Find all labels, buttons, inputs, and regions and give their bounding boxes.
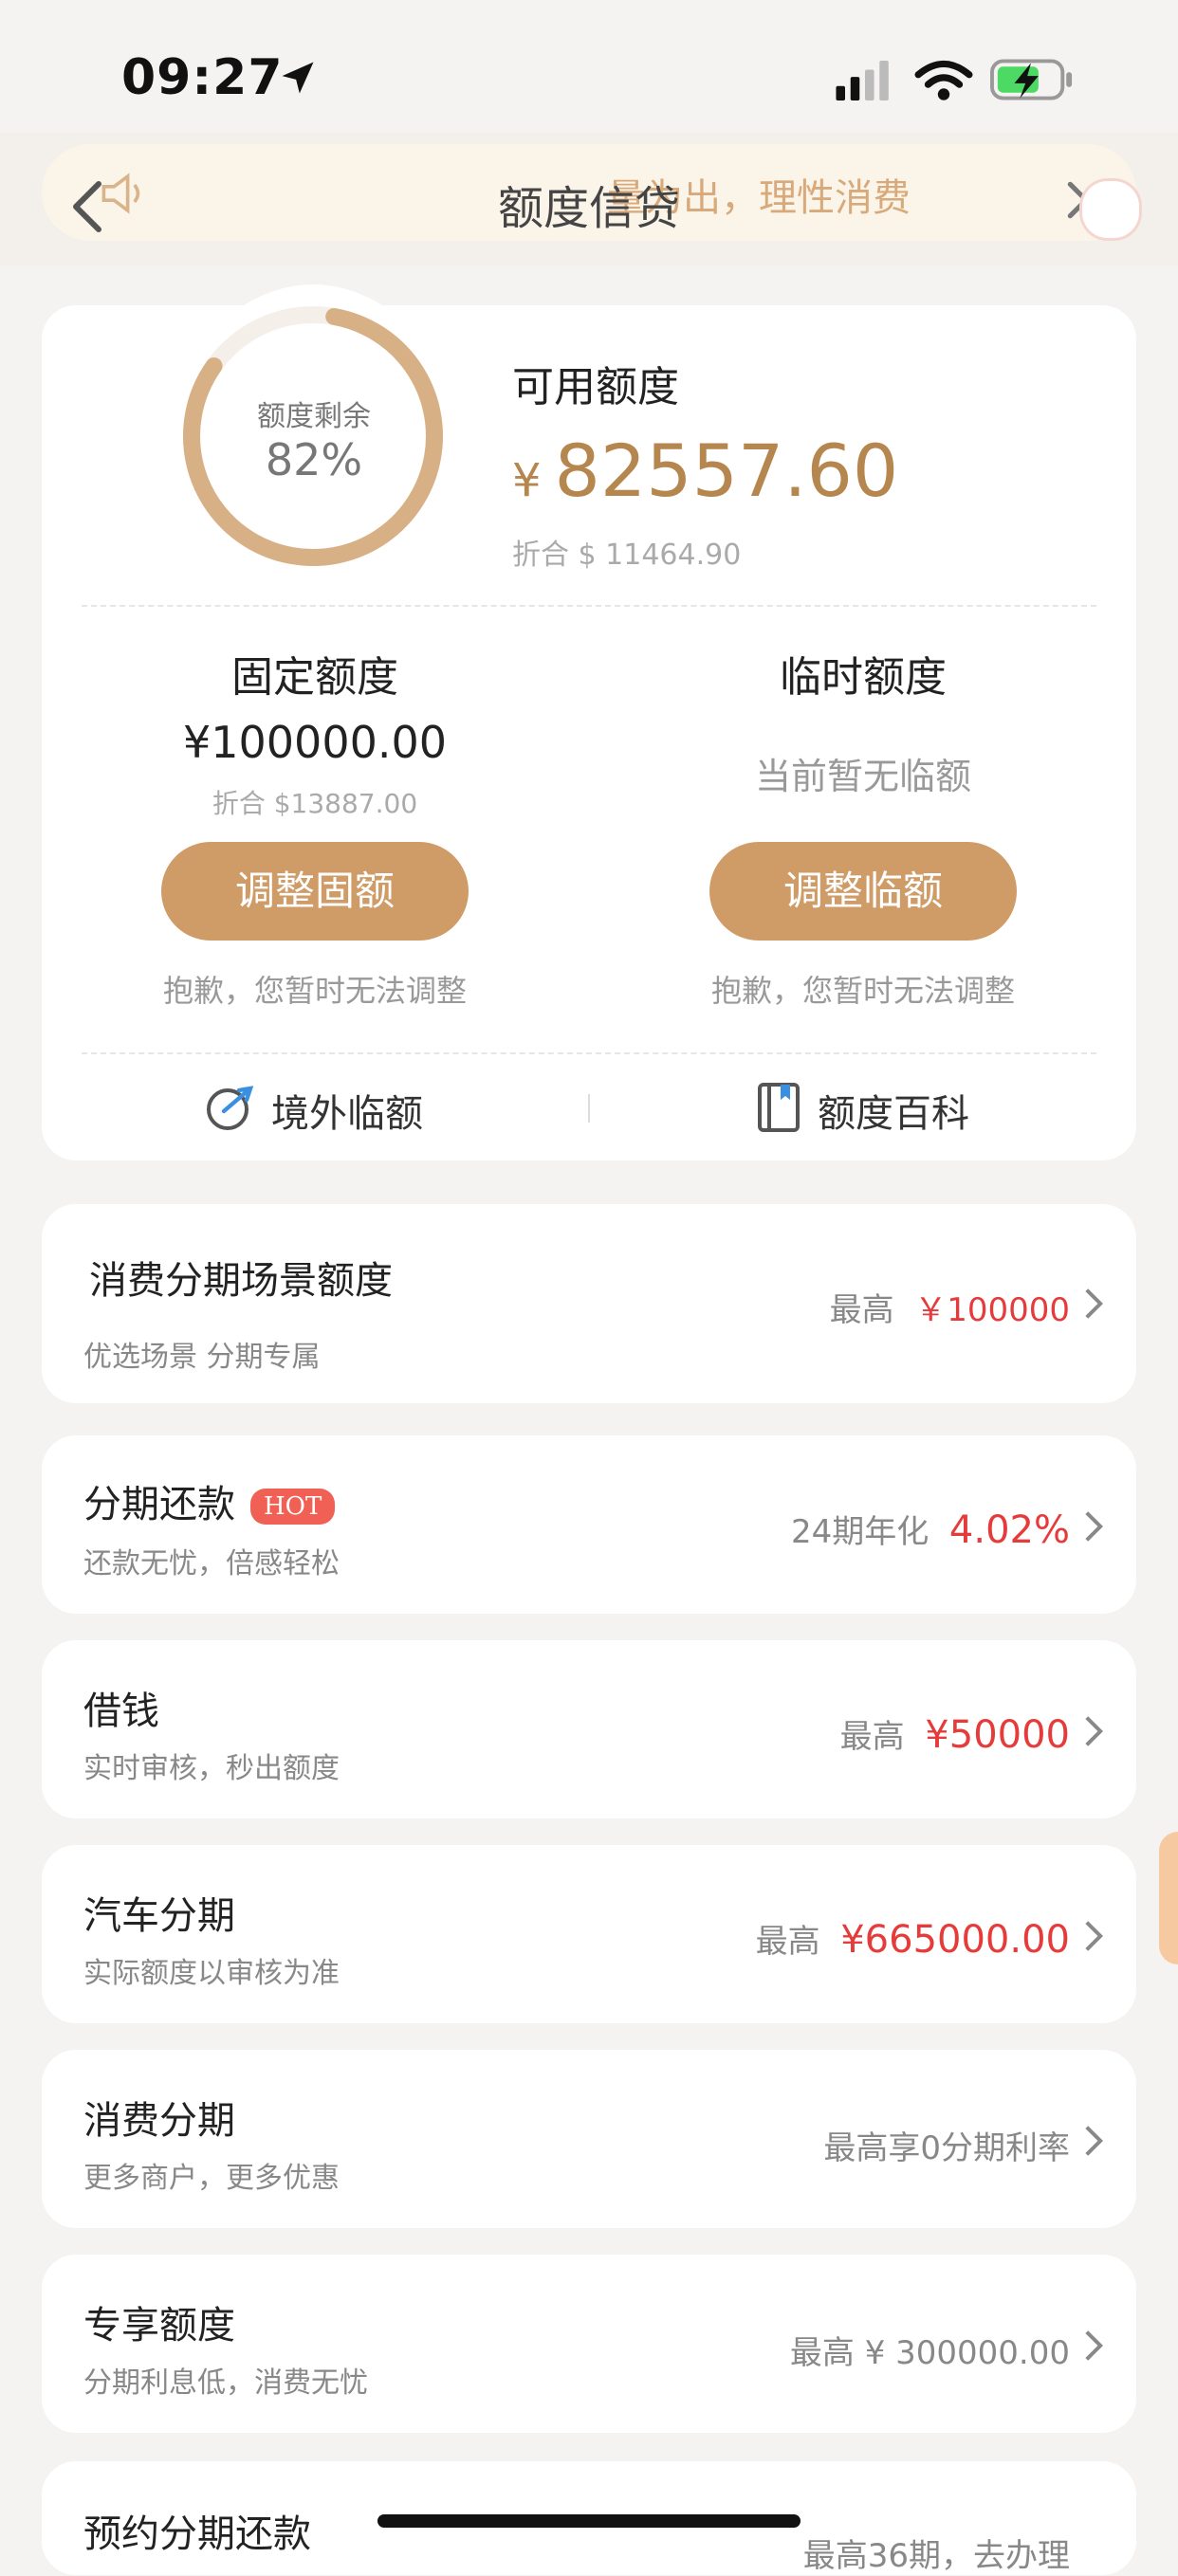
list-item-right: 最高享0分期利率 [823, 2129, 1070, 2167]
chevron-right-icon [1085, 2330, 1104, 2361]
available-credit-usd: 折合 $ 11464.90 [512, 539, 742, 572]
list-item-title: 分期还款 HOT [83, 1473, 336, 1528]
chevron-right-icon [1085, 1511, 1104, 1542]
right-prefix: 最高 [839, 1718, 905, 1756]
divider [82, 605, 1096, 607]
list-item-right: 最高 ¥50000 [840, 1710, 1070, 1757]
list-item-right: 最高 ￥100000 [830, 1284, 1070, 1330]
currency-symbol: ¥ [512, 454, 542, 507]
list-item-right: 最高 ¥ 300000.00 [789, 2334, 1070, 2372]
fixed-credit-usd: 折合 $13887.00 [212, 788, 418, 819]
available-credit-title: 可用额度 [512, 363, 679, 411]
list-item-subtitle: 更多商户，更多优惠 [83, 2162, 340, 2195]
list-item-subtitle: 还款无忧，倍感轻松 [83, 1547, 340, 1580]
chevron-right-icon [1085, 1921, 1104, 1951]
list-item-subtitle: 分期利息低，消费无忧 [83, 2366, 368, 2400]
right-prefix: 24期年化 [791, 1513, 930, 1551]
page-title: 额度信贷 [497, 182, 680, 235]
list-item-subtitle: 实时审核，秒出额度 [83, 1752, 340, 1785]
list-item-title: 汽车分期 [83, 1894, 235, 1938]
title-text: 分期还款 [83, 1483, 235, 1526]
right-prefix: 最高 [755, 1923, 820, 1961]
adjust-temporary-button[interactable]: 调整临额 [709, 842, 1017, 941]
temporary-credit-title: 临时额度 [780, 653, 947, 702]
overseas-temp-credit-link[interactable]: 境外临额 [271, 1083, 423, 1138]
home-indicator [377, 2514, 801, 2528]
ring-label: 额度剩余 [257, 400, 371, 433]
right-value: ¥50000 [925, 1713, 1070, 1757]
right-value: ¥665000.00 [840, 1918, 1070, 1962]
ring-percent: 82% [265, 434, 363, 485]
wifi-icon [914, 60, 973, 100]
list-item-title: 专享额度 [83, 2304, 235, 2348]
fixed-credit-title: 固定额度 [231, 653, 398, 702]
list-item-right: 最高 ¥665000.00 [756, 1915, 1070, 1962]
available-credit-amount: ¥82557.60 [512, 429, 898, 513]
list-item-right: 最高36期，去办理 [802, 2537, 1070, 2575]
fixed-credit-amount: ¥100000.00 [182, 717, 448, 768]
book-icon[interactable] [755, 1081, 802, 1134]
list-item-title: 借钱 [83, 1690, 159, 1733]
credit-wiki-link[interactable]: 额度百科 [818, 1083, 969, 1138]
list-item-title: 消费分期场景额度 [89, 1259, 393, 1303]
overseas-plane-icon[interactable] [205, 1083, 254, 1132]
available-amount-value: 82557.60 [554, 429, 899, 513]
cellular-signal-icon [836, 61, 889, 100]
list-item-title: 消费分期 [83, 2099, 235, 2143]
right-value: ￥100000 [914, 1291, 1070, 1329]
temporary-credit-none: 当前暂无临额 [754, 756, 971, 797]
adjust-fixed-button[interactable]: 调整固额 [161, 842, 469, 941]
mascot-avatar[interactable] [1079, 178, 1142, 241]
right-prefix: 最高 [829, 1291, 894, 1329]
chevron-right-icon [1085, 1288, 1104, 1319]
battery-charging-icon [990, 59, 1073, 100]
hot-badge: HOT [250, 1489, 336, 1525]
location-arrow-icon [282, 62, 314, 94]
list-item-title: 预约分期还款 [83, 2512, 311, 2556]
chevron-right-icon [1085, 1716, 1104, 1746]
separator [588, 1094, 590, 1123]
chevron-right-icon [1085, 2126, 1104, 2156]
floating-promo-tab[interactable] [1159, 1832, 1178, 1964]
list-item-right: 24期年化 4.02% [791, 1506, 1070, 1552]
status-time: 09:27 [121, 49, 284, 106]
temporary-adjust-hint: 抱歉，您暂时无法调整 [710, 973, 1015, 1009]
divider [82, 1052, 1096, 1054]
list-item-subtitle: 实际额度以审核为准 [83, 1957, 340, 1990]
list-item-subtitle: 优选场景 分期专属 [83, 1341, 321, 1374]
right-value: 4.02% [948, 1508, 1070, 1552]
fixed-adjust-hint: 抱歉，您暂时无法调整 [162, 973, 467, 1009]
